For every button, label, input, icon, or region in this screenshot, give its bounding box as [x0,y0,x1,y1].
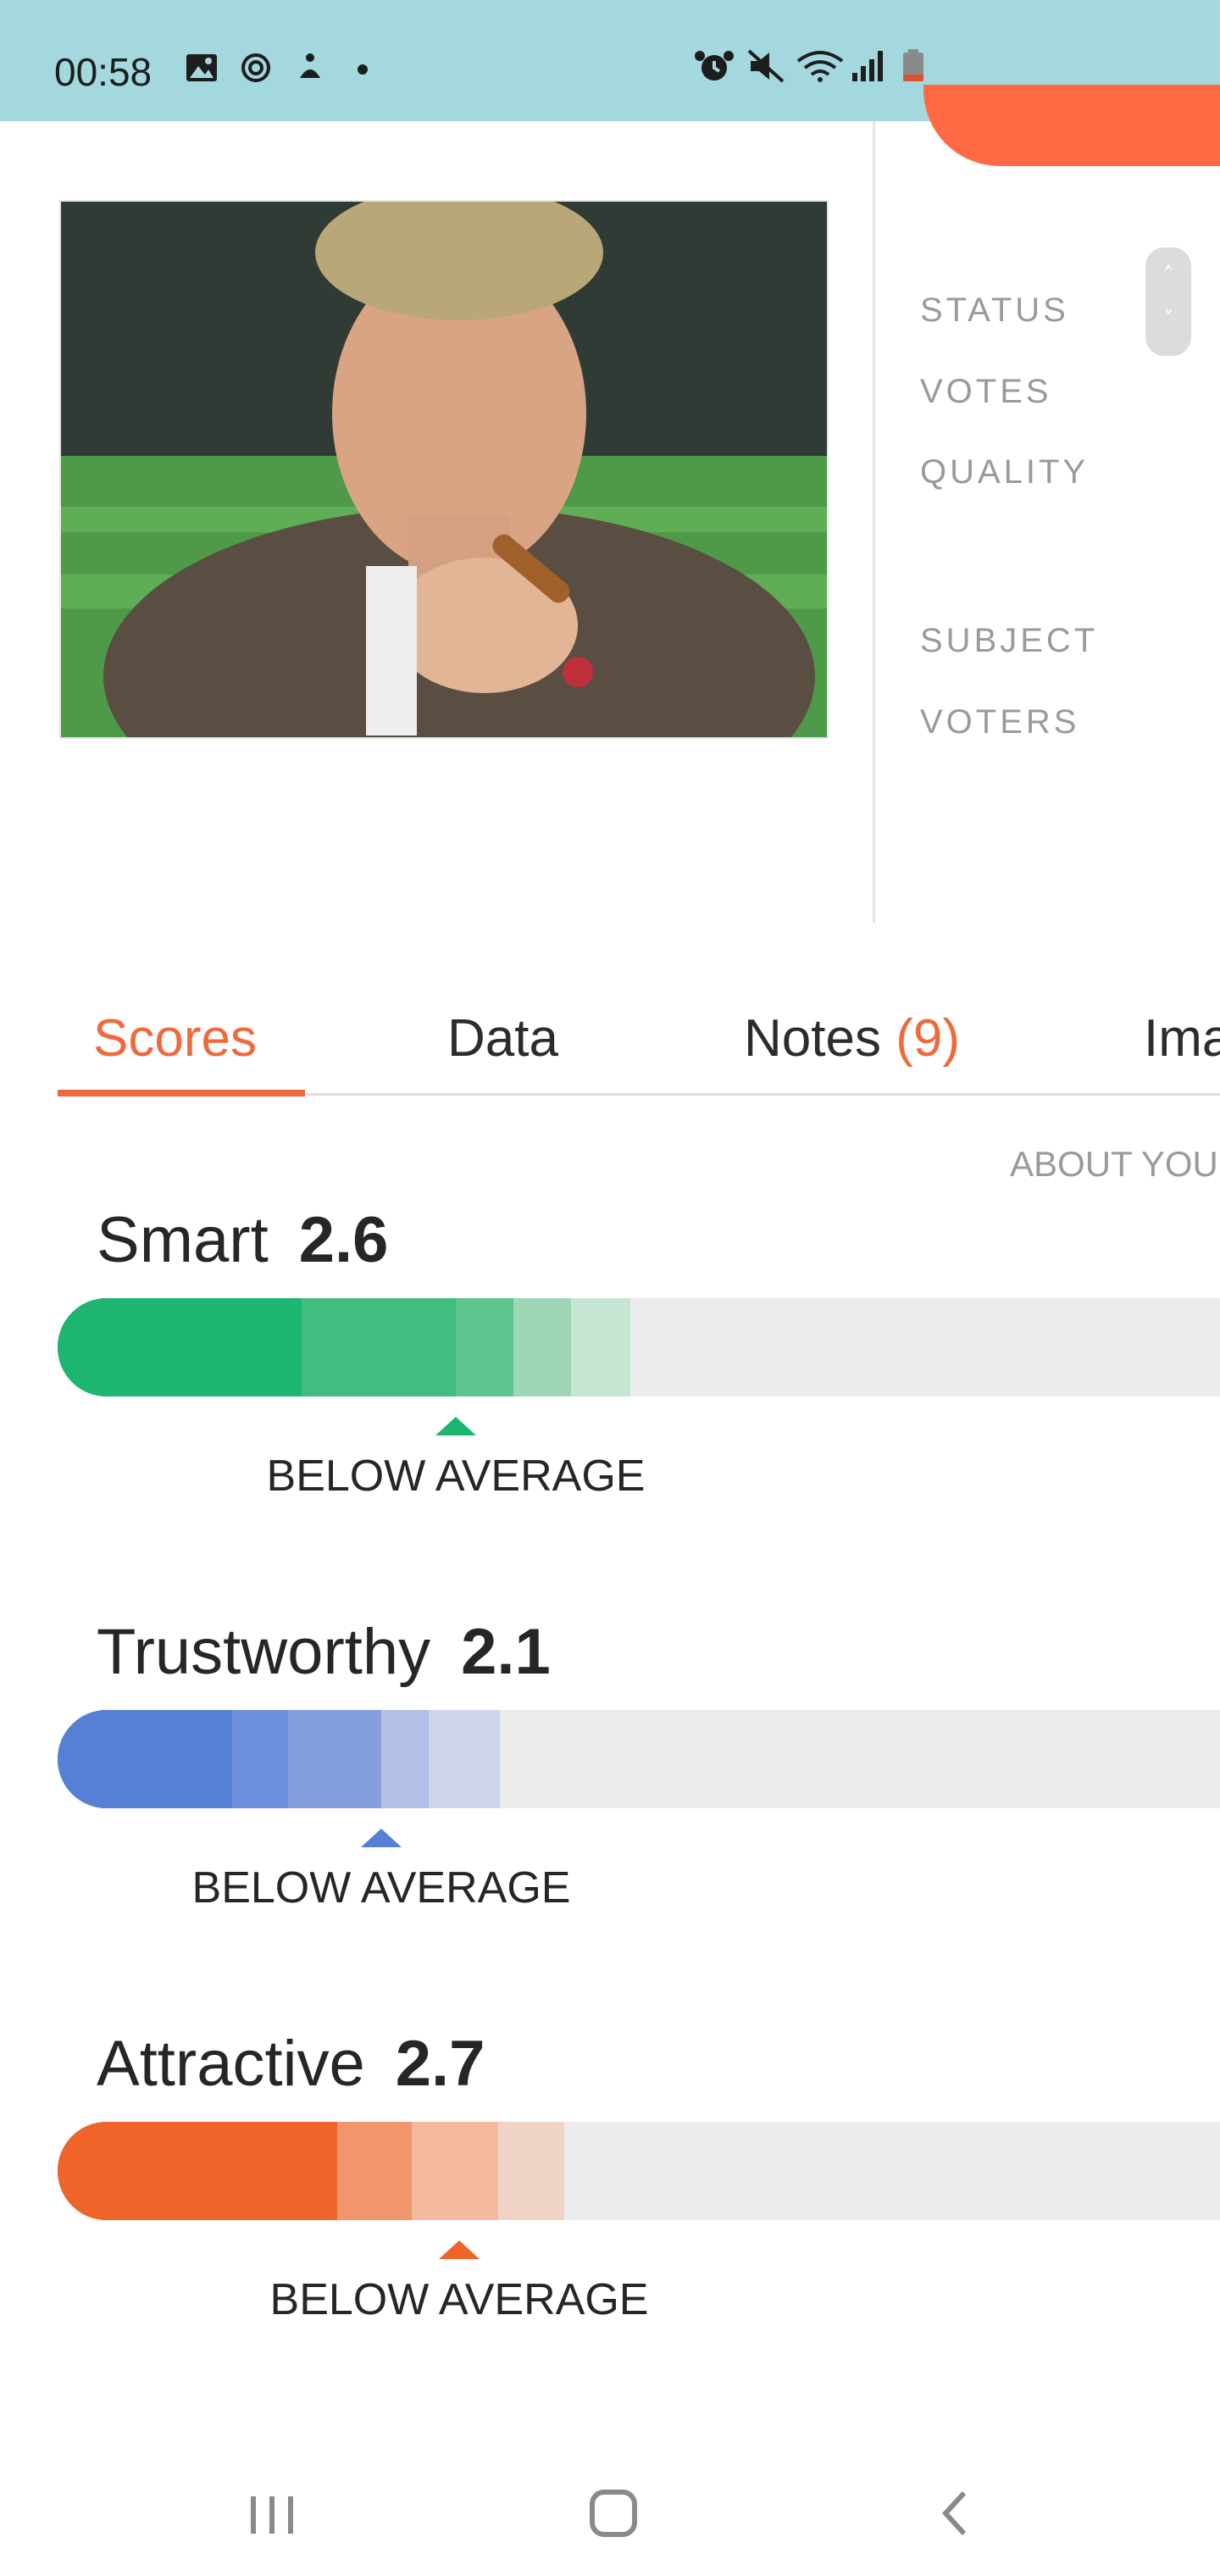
notes-count-badge: (9) [896,1009,960,1068]
score-title-smart: Smart 2.6 [97,1203,388,1277]
battery-low-icon [903,49,923,81]
chevron-down-icon[interactable]: ˅ [1145,307,1191,330]
verdict-label: BELOW AVERAGE [269,2275,649,2324]
dot-icon [358,64,368,75]
bar-segment [58,2122,337,2220]
votes-label: VOTES [920,373,1052,410]
verdict-label: BELOW AVERAGE [266,1452,646,1501]
score-value: 2.6 [298,1204,389,1276]
quality-label: QUALITY [920,453,1090,491]
sync-icon [241,53,270,82]
score-label: Smart [97,1204,269,1276]
tab-images[interactable]: Ima [1144,1008,1220,1069]
score-value: 2.7 [395,2028,485,2100]
tab-notes[interactable]: Notes (9) [744,1008,960,1069]
signal-icon [852,51,883,81]
tab-scores[interactable]: Scores [93,1008,257,1069]
score-label: Attractive [97,2028,365,2100]
subject-photo [59,200,829,739]
score-value: 2.1 [461,1616,551,1688]
back-icon[interactable] [905,2471,1006,2547]
action-pill[interactable] [923,85,1220,166]
tab-bar: Scores Data Notes (9) Ima [0,1000,1220,1096]
voters-label: VOTERS [920,703,1080,741]
recent-apps-icon[interactable] [222,2471,324,2547]
score-bar-smart [58,1298,1220,1396]
accessibility-icon [300,53,320,78]
score-bar-trustworthy [58,1710,1220,1808]
average-marker [361,1829,402,1847]
score-title-trustworthy: Trustworthy 2.1 [97,1615,551,1689]
panel-divider [873,121,875,923]
mute-icon [747,49,785,83]
score-title-attractive: Attractive 2.7 [97,2027,485,2101]
about-you-header: ABOUT YOU [1010,1144,1218,1184]
chevron-up-icon[interactable]: ˄ [1145,263,1191,286]
active-tab-indicator [58,1090,305,1096]
tab-data[interactable]: Data [447,1008,558,1069]
status-time: 00:58 [54,50,152,94]
score-label: Trustworthy [97,1616,431,1688]
bar-segment [58,1710,232,1808]
wifi-icon [796,51,844,82]
score-bar-attractive [58,2122,1220,2220]
bar-segment [58,1298,302,1396]
average-marker [435,1417,476,1435]
verdict-label: BELOW AVERAGE [191,1863,571,1913]
image-icon [186,54,217,81]
scroll-stepper[interactable]: ˄ ˅ [1145,247,1191,356]
alarm-icon [695,51,734,80]
average-marker [439,2240,480,2259]
subject-label: SUBJECT [920,622,1099,659]
system-nav-bar [0,2440,1220,2576]
home-icon[interactable] [563,2471,664,2547]
status-label: STATUS [920,291,1069,329]
